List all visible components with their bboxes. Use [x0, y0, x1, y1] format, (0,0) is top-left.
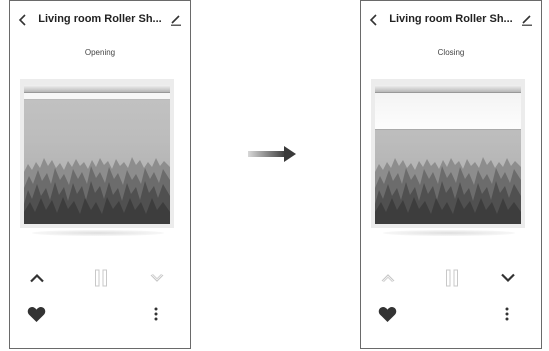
roller-shade [375, 93, 521, 130]
heart-icon [378, 306, 396, 322]
pencil-icon [171, 15, 181, 26]
window-view [375, 85, 521, 224]
favorite-button[interactable] [375, 303, 399, 325]
chevron-down-icon [150, 273, 164, 282]
chevron-up-icon [381, 274, 395, 283]
open-button[interactable] [24, 265, 50, 291]
window-shadow [32, 230, 164, 236]
pause-button[interactable] [88, 265, 114, 291]
window-view [24, 85, 170, 224]
more-button[interactable] [499, 303, 515, 325]
roller-shade [24, 93, 170, 100]
more-vertical-icon [154, 307, 158, 321]
close-button[interactable] [495, 265, 521, 291]
more-button[interactable] [148, 303, 164, 325]
page-title: Living room Roller Sh... [389, 13, 513, 25]
pause-icon [446, 269, 458, 287]
header-bar: Living room Roller Sh... [361, 11, 541, 29]
chevron-down-icon [501, 273, 515, 283]
window-frame [371, 79, 525, 228]
pencil-icon [522, 15, 532, 26]
pause-button[interactable] [439, 265, 465, 291]
edit-button[interactable] [168, 11, 184, 29]
forest-image [375, 157, 521, 224]
header-bar: Living room Roller Sh... [10, 11, 190, 29]
window-frame [20, 79, 174, 228]
edit-button[interactable] [519, 11, 535, 29]
right-arrow-icon [248, 146, 296, 162]
page-title: Living room Roller Sh... [38, 13, 162, 25]
status-text: Opening [84, 48, 116, 57]
window-shadow [383, 230, 515, 236]
shade-rail [375, 85, 521, 93]
forest-image [24, 157, 170, 224]
more-vertical-icon [505, 307, 509, 321]
favorite-button[interactable] [24, 303, 48, 325]
open-button[interactable] [375, 265, 401, 291]
status-text: Closing [437, 48, 465, 57]
chevron-up-icon [30, 273, 44, 283]
shade-rail [24, 85, 170, 93]
close-button[interactable] [144, 265, 170, 291]
phone-screen-closing: Living room Roller Sh... Closing [360, 0, 542, 349]
phone-screen-opening: Living room Roller Sh... Opening [9, 0, 191, 349]
pause-icon [95, 269, 107, 287]
heart-icon [27, 306, 45, 322]
